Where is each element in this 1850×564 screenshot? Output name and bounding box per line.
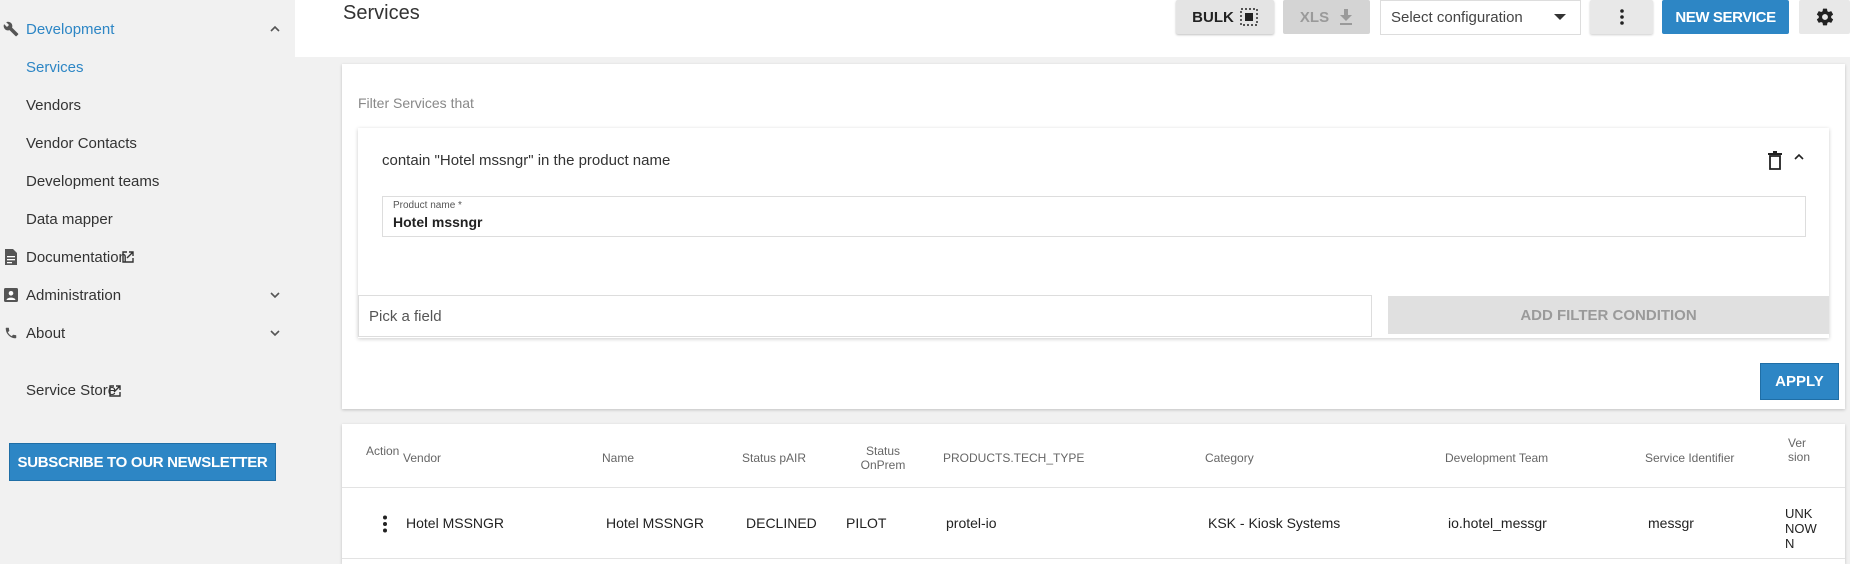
cell-category: KSK - Kiosk Systems [1208, 515, 1341, 531]
more-vertical-icon [1619, 9, 1624, 25]
subscribe-newsletter-button[interactable]: SUBSCRIBE TO OUR NEWSLETTER [9, 443, 276, 481]
filter-condition-summary: contain "Hotel mssngr" in the product na… [382, 152, 671, 169]
chevron-down-icon [268, 288, 282, 302]
sidebar-item-label: Services [26, 58, 84, 76]
chevron-down-icon [268, 326, 282, 340]
sidebar-item-label: Service Store [26, 381, 117, 399]
external-link-icon [109, 384, 121, 401]
chevron-up-icon [268, 22, 282, 36]
row-divider [342, 558, 1845, 559]
sidebar-item-label: Vendor Contacts [26, 134, 137, 152]
cell-development-team: io.hotel_messgr [1448, 515, 1547, 531]
xls-button-label: XLS [1299, 8, 1330, 26]
sidebar-item-documentation[interactable]: Documentation [0, 239, 295, 275]
header-divider [342, 487, 1845, 488]
document-icon [3, 249, 19, 265]
sidebar-item-vendor-contacts[interactable]: Vendor Contacts [0, 125, 295, 161]
apply-button[interactable]: APPLY [1760, 363, 1839, 400]
add-filter-condition-button[interactable]: ADD FILTER CONDITION [1388, 296, 1829, 334]
sidebar-item-administration[interactable]: Administration [0, 277, 295, 313]
sidebar-item-about[interactable]: About [0, 315, 295, 351]
phone-icon [3, 325, 19, 341]
external-link-icon [122, 250, 134, 267]
filter-panel: Filter Services that contain "Hotel mssn… [342, 64, 1845, 409]
sidebar-item-services[interactable]: Services [0, 49, 295, 85]
cell-vendor: Hotel MSSNGR [406, 515, 505, 531]
sidebar-item-label: Documentation [26, 248, 127, 266]
column-header-service-identifier[interactable]: Service Identifier [1645, 451, 1734, 465]
cell-status-pair: DECLINED [746, 515, 817, 531]
sidebar-item-label: Administration [26, 286, 122, 304]
row-actions-icon[interactable] [382, 515, 388, 533]
sidebar: Development Services Vendors Vendor Cont… [0, 0, 295, 564]
cell-tech-type: protel-io [946, 515, 997, 531]
column-header-tech-type[interactable]: PRODUCTS.TECH_TYPE [943, 451, 1084, 465]
sidebar-item-label: Data mapper [26, 210, 113, 228]
product-name-label: Product name * [393, 200, 462, 211]
sidebar-item-development[interactable]: Development [0, 11, 295, 47]
column-header-version[interactable]: Version [1788, 436, 1810, 464]
pick-field-placeholder: Pick a field [369, 307, 442, 325]
gear-icon [1815, 7, 1835, 27]
xls-export-button[interactable]: XLS [1283, 0, 1370, 34]
page-title: Services [343, 2, 420, 24]
column-header-action[interactable]: Action [366, 444, 400, 458]
column-header-vendor[interactable]: Vendor [403, 451, 441, 465]
sidebar-item-data-mapper[interactable]: Data mapper [0, 201, 295, 237]
download-icon [1339, 9, 1353, 25]
sidebar-item-development-teams[interactable]: Development teams [0, 163, 295, 199]
select-all-icon [1240, 8, 1258, 26]
column-header-status-onprem[interactable]: Status OnPrem [854, 444, 912, 472]
bulk-button-label: BULK [1192, 8, 1234, 26]
delete-icon[interactable] [1767, 151, 1783, 170]
admin-badge-icon [3, 287, 19, 303]
services-table: Action Vendor Name Status pAIR Status On… [342, 424, 1845, 564]
column-header-development-team[interactable]: Development Team [1445, 451, 1548, 465]
configuration-select[interactable]: Select configuration [1380, 0, 1581, 35]
sidebar-item-vendors[interactable]: Vendors [0, 87, 295, 123]
chevron-up-icon[interactable] [1792, 150, 1806, 164]
column-header-status-pair[interactable]: Status pAIR [742, 451, 806, 465]
cell-service-identifier: messgr [1648, 515, 1694, 531]
cell-version: UNKNOWN [1785, 506, 1817, 551]
column-header-name[interactable]: Name [602, 451, 634, 465]
dropdown-arrow-icon [1554, 14, 1566, 20]
pick-field-input[interactable]: Pick a field [358, 295, 1372, 337]
sidebar-item-label: Vendors [26, 96, 82, 114]
product-name-field[interactable]: Product name * Hotel mssngr [382, 196, 1806, 237]
sidebar-item-label: About [26, 324, 66, 342]
wrench-icon [3, 21, 19, 37]
column-header-category[interactable]: Category [1205, 451, 1254, 465]
sidebar-item-label: Development [26, 20, 115, 38]
product-name-value: Hotel mssngr [393, 214, 483, 230]
bulk-button[interactable]: BULK [1176, 0, 1274, 34]
cell-status-onprem: PILOT [846, 515, 887, 531]
new-service-button[interactable]: NEW SERVICE [1662, 0, 1789, 34]
more-options-button[interactable] [1590, 0, 1653, 34]
sidebar-item-label: Development teams [26, 172, 160, 190]
cell-name: Hotel MSSNGR [606, 515, 705, 531]
settings-button[interactable] [1799, 0, 1850, 34]
filter-heading: Filter Services that [358, 95, 474, 111]
configuration-select-value: Select configuration [1391, 9, 1523, 26]
sidebar-item-service-store[interactable]: Service Store [0, 372, 295, 408]
